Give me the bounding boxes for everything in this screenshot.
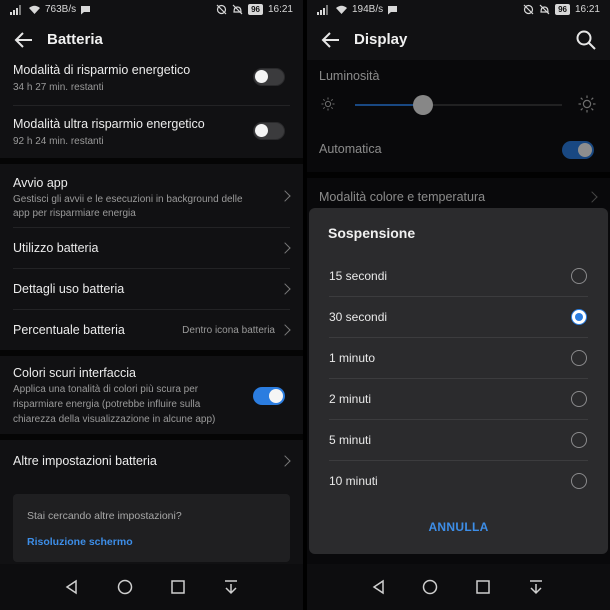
suggestion-question: Stai cercando altre impostazioni? [27,510,182,522]
dark-colors-desc-2: risparmiare energia (potrebbe influire s… [13,399,201,410]
dialog-title: Sospensione [328,225,416,241]
navigation-bar [307,564,610,610]
page-title: Display [354,31,408,48]
ultra-saving-title: Modalità ultra risparmio energetico [13,117,205,131]
toggle-knob [269,389,283,403]
option-label: 15 secondi [329,269,388,283]
ultra-saving-toggle[interactable] [253,122,285,140]
radio-button[interactable] [571,473,587,489]
dark-colors-desc-3: chiarezza della visualizzazione in alcun… [13,414,216,425]
nav-notifications-icon[interactable] [526,577,546,597]
power-saving-toggle[interactable] [253,68,285,86]
nav-recents-icon[interactable] [168,577,188,597]
usage-details-title: Dettagli uso batteria [13,282,125,296]
battery-percent-value: Dentro icona batteria [182,325,275,336]
chevron-right-icon [279,190,291,202]
option-label: 5 minuti [329,433,372,447]
battery-level: 96 [248,4,263,15]
sleep-option[interactable]: 5 minuti [309,420,608,461]
sleep-dialog: Sospensione 15 secondi 30 secondi 1 minu… [309,208,608,554]
signal-icon [10,4,21,15]
nav-home-icon[interactable] [420,577,440,597]
more-settings-row[interactable]: Altre impostazioni batteria [0,440,303,482]
chat-icon [81,5,91,14]
option-label: 10 minuti [329,474,378,488]
ultra-saving-remaining: 92 h 24 min. restanti [13,136,104,147]
radio-button[interactable] [571,268,587,284]
more-settings-title: Altre impostazioni batteria [13,454,157,468]
power-saving-title: Modalità di risparmio energetico [13,63,191,77]
radio-button[interactable] [571,350,587,366]
mute-icon [523,4,534,15]
navigation-bar [0,564,303,610]
network-speed: 194B/s [352,4,384,15]
page-title: Batteria [47,31,103,48]
dark-colors-row[interactable]: Colori scuri interfaccia Applica una ton… [0,356,303,434]
nav-recents-icon[interactable] [473,577,493,597]
sleep-option[interactable]: 15 secondi [309,256,608,297]
clock: 16:21 [574,4,600,15]
chevron-right-icon [279,324,291,336]
display-screen: 194B/s 96 16:21 Display Luminosità Autom… [307,0,610,610]
power-saving-remaining: 34 h 27 min. restanti [13,82,104,93]
search-icon[interactable] [574,28,598,52]
dark-colors-toggle[interactable] [253,387,285,405]
battery-percent-row[interactable]: Percentuale batteria Dentro icona batter… [0,310,303,350]
chevron-right-icon [279,283,291,295]
usage-details-row[interactable]: Dettagli uso batteria [0,269,303,309]
alarm-off-icon [539,4,550,15]
back-arrow-icon[interactable] [319,28,343,52]
chevron-right-icon [279,242,291,254]
status-bar: 194B/s 96 16:21 [307,0,610,20]
sleep-option[interactable]: 1 minuto [309,338,608,379]
battery-screen: 763B/s 96 16:21 Batteria Modalità di ris… [0,0,303,610]
battery-percent-title: Percentuale batteria [13,323,125,337]
nav-back-icon[interactable] [369,577,389,597]
wifi-icon [29,5,40,14]
suggestion-card: Stai cercando altre impostazioni? Risolu… [13,494,290,562]
mute-icon [216,4,227,15]
battery-level: 96 [555,4,570,15]
app-bar: Batteria [0,20,303,60]
option-label: 1 minuto [329,351,376,365]
radio-button[interactable] [571,432,587,448]
power-saving-row[interactable]: Modalità di risparmio energetico 34 h 27… [0,60,303,106]
toggle-knob [255,70,268,83]
clock: 16:21 [267,4,293,15]
radio-button-selected[interactable] [571,309,587,325]
suggestion-link[interactable]: Risoluzione schermo [27,536,133,548]
ultra-saving-row[interactable]: Modalità ultra risparmio energetico 92 h… [0,106,303,158]
dark-colors-desc-1: Applica una tonalità di colori più scura… [13,384,199,395]
app-launch-row[interactable]: Avvio app Gestisci gli avvii e le esecuz… [0,164,303,226]
cancel-button[interactable]: ANNULLA [309,520,608,534]
nav-back-icon[interactable] [62,577,82,597]
nav-home-icon[interactable] [115,577,135,597]
app-bar: Display [307,20,610,60]
sleep-option[interactable]: 10 minuti [309,461,608,502]
wifi-icon [336,5,347,14]
status-bar: 763B/s 96 16:21 [0,0,303,20]
app-launch-desc-2: app per risparmiare energia [13,208,136,219]
toggle-knob [255,124,268,137]
app-launch-title: Avvio app [13,176,68,190]
nav-notifications-icon[interactable] [221,577,241,597]
battery-usage-title: Utilizzo batteria [13,241,99,255]
battery-usage-row[interactable]: Utilizzo batteria [0,228,303,268]
radio-button[interactable] [571,391,587,407]
chevron-right-icon [279,455,291,467]
option-label: 30 secondi [329,310,388,324]
sleep-option[interactable]: 30 secondi [309,297,608,338]
network-speed: 763B/s [45,4,77,15]
signal-icon [317,4,328,15]
sleep-option[interactable]: 2 minuti [309,379,608,420]
chat-icon [388,5,398,14]
app-launch-desc-1: Gestisci gli avvii e le esecuzioni in ba… [13,194,243,205]
dark-colors-title: Colori scuri interfaccia [13,366,136,380]
back-arrow-icon[interactable] [12,28,36,52]
option-label: 2 minuti [329,392,372,406]
alarm-off-icon [232,4,243,15]
